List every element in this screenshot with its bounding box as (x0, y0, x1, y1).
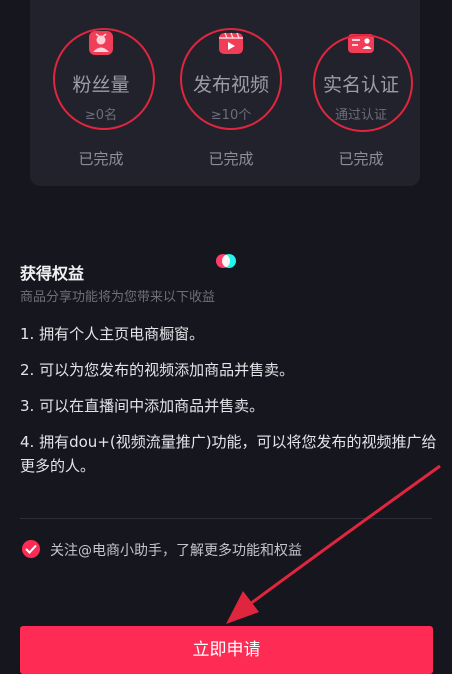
annotation-circle (180, 28, 282, 130)
annotation-circle (53, 28, 155, 130)
benefit-item: 4. 拥有dou+(视频流量推广)功能，可以将您发布的视频推广给更多的人。 (20, 433, 437, 475)
requirement-status: 已完成 (78, 150, 124, 168)
benefit-item: 1. 拥有个人主页电商橱窗。 (20, 325, 205, 343)
benefits-subtitle: 商品分享功能将为您带来以下收益 (20, 290, 216, 305)
agreement-text[interactable]: 关注@电商小助手，了解更多功能和权益 (50, 540, 302, 560)
agreement-checkbox[interactable] (22, 540, 40, 558)
divider (20, 518, 432, 519)
app-logo (214, 252, 240, 272)
apply-now-button[interactable]: 立即申请 (20, 626, 433, 674)
requirement-status: 已完成 (208, 150, 254, 168)
requirement-status: 已完成 (338, 150, 384, 168)
benefit-item: 3. 可以在直播间中添加商品并售卖。 (20, 397, 265, 415)
benefit-item: 2. 可以为您发布的视频添加商品并售卖。 (20, 361, 295, 379)
benefits-title: 获得权益 (20, 264, 85, 283)
check-icon (25, 544, 37, 554)
annotation-circle (313, 34, 413, 132)
